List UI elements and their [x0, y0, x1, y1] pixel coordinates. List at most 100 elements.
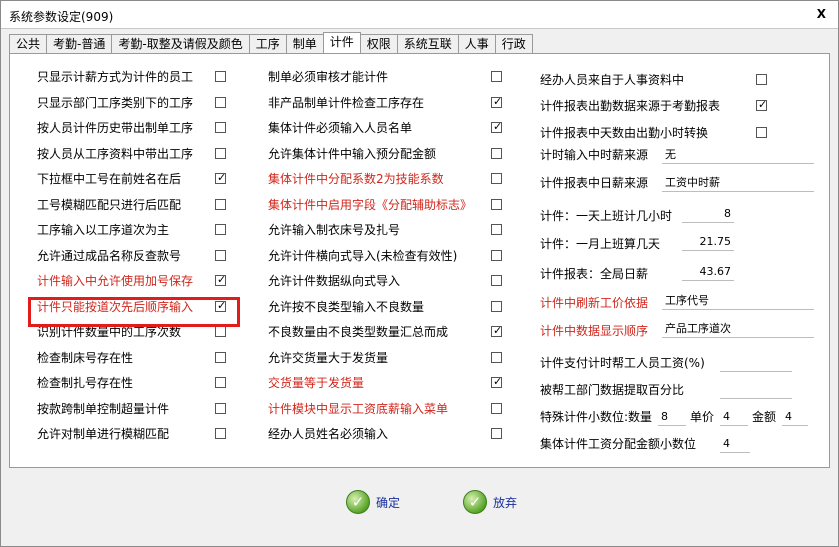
tab-process[interactable]: 工序 [248, 34, 287, 53]
tab-public[interactable]: 公共 [9, 34, 48, 53]
option-row: 经办人员姓名必须输入 [268, 424, 528, 444]
option-checkbox[interactable]: ✓ [215, 273, 226, 286]
option-row: 集体计件中启用字段《分配辅助标志》 [268, 195, 528, 215]
option-checkbox[interactable] [215, 402, 226, 414]
tab-attendance-normal[interactable]: 考勤-普通 [46, 34, 113, 53]
option-row: 经办人员来自于人事资料中 [540, 70, 820, 90]
report-daily-source-field[interactable]: 工资中时薪 [662, 173, 814, 192]
option-label: 按款跨制单控制超量计件 [37, 401, 170, 416]
decimals-amount-field[interactable]: 4 [782, 407, 808, 426]
option-checkbox[interactable] [215, 351, 226, 363]
option-checkbox[interactable]: ✓ [491, 95, 502, 108]
option-label: 允许输入制衣床号及扎号 [268, 223, 401, 237]
tab-permissions[interactable]: 权限 [359, 34, 398, 53]
option-label: 集体计件中分配系数2为技能系数 [268, 172, 444, 186]
option-checkbox[interactable] [215, 198, 226, 210]
report-daily-salary-field[interactable]: 43.67 [682, 262, 734, 281]
option-label: 允许按不良类型输入不良数量 [268, 299, 425, 314]
option-row: 制单必须审核才能计件 [268, 67, 528, 87]
tab-piecework[interactable]: 计件 [322, 32, 361, 53]
tab-admin[interactable]: 行政 [494, 34, 533, 53]
option-checkbox[interactable]: ✓ [756, 98, 767, 111]
option-checkbox[interactable]: ✓ [491, 324, 502, 337]
option-row: 工序输入以工序道次为主 [37, 220, 297, 240]
option-checkbox[interactable] [491, 173, 502, 184]
option-row: 检查制床号存在性 [37, 348, 297, 368]
option-checkbox[interactable] [491, 71, 502, 82]
option-label: 只显示计薪方式为计件的员工 [37, 70, 194, 84]
option-checkbox[interactable] [491, 147, 502, 159]
group-decimals-label: 集体计件工资分配金额小数位 [540, 437, 697, 451]
option-label: 计件模块中显示工资底薪输入菜单 [268, 401, 449, 416]
option-checkbox[interactable] [215, 377, 226, 388]
option-checkbox[interactable] [215, 147, 226, 159]
option-label: 交货量等于发货量 [268, 376, 365, 390]
option-checkbox[interactable] [491, 224, 502, 235]
option-checkbox[interactable] [215, 224, 226, 235]
option-row: 非产品制单计件检查工序存在 ✓ [268, 93, 528, 113]
cancel-button[interactable]: ✓ 放弃 [463, 488, 517, 516]
tab-order[interactable]: 制单 [285, 34, 324, 53]
option-label: 检查制扎号存在性 [37, 376, 134, 390]
option-label: 只显示部门工序类别下的工序 [37, 95, 194, 110]
decimals-qty-label: 特殊计件小数位:数量 [540, 410, 653, 424]
option-label: 集体计件中启用字段《分配辅助标志》 [268, 197, 473, 212]
option-checkbox[interactable]: ✓ [491, 375, 502, 388]
option-checkbox[interactable] [491, 249, 502, 261]
option-label: 经办人员姓名必须输入 [268, 427, 389, 441]
option-label: 允许对制单进行模糊匹配 [37, 427, 170, 441]
report-daily-salary-label: 计件报表：全局日薪 [540, 267, 649, 281]
option-checkbox[interactable] [491, 402, 502, 414]
option-checkbox[interactable] [756, 74, 767, 85]
display-order-field[interactable]: 产品工序道次 [662, 319, 814, 338]
option-checkbox[interactable] [756, 127, 767, 138]
option-label: 非产品制单计件检查工序存在 [268, 95, 425, 110]
option-checkbox[interactable] [215, 122, 226, 133]
option-row: 允许输入制衣床号及扎号 [268, 220, 528, 240]
option-row: 允许通过成品名称反查款号 [37, 246, 297, 266]
option-checkbox[interactable] [215, 249, 226, 261]
option-checkbox[interactable] [215, 428, 226, 439]
ok-button[interactable]: ✓ 确定 [346, 488, 400, 516]
option-checkbox[interactable] [491, 300, 502, 312]
dept-pct-field[interactable] [720, 380, 792, 399]
option-label: 计件报表中天数由出勤小时转换 [540, 126, 709, 140]
highlight-box [28, 297, 240, 327]
option-row: 按人员计件历史带出制单工序 [37, 118, 297, 138]
tab-hr[interactable]: 人事 [457, 34, 496, 53]
hourly-help-field[interactable] [720, 353, 792, 372]
option-label: 允许计件横向式导入(未检查有效性) [268, 248, 458, 263]
option-label: 下拉框中工号在前姓名在后 [37, 172, 182, 186]
option-checkbox[interactable] [491, 198, 502, 210]
option-row: 允许计件数据纵向式导入 [268, 271, 528, 291]
option-row: 工号模糊匹配只进行后匹配 [37, 195, 297, 215]
option-row: 允许交货量大于发货量 [268, 348, 528, 368]
tab-interconnect[interactable]: 系统互联 [396, 34, 459, 53]
dept-pct-label: 被帮工部门数据提取百分比 [540, 383, 685, 397]
option-checkbox[interactable] [215, 96, 226, 108]
option-checkbox[interactable] [491, 428, 502, 439]
tab-attendance-rounding[interactable]: 考勤-取整及请假及颜色 [111, 34, 250, 53]
time-source-field[interactable]: 无 [662, 145, 814, 164]
decimals-price-field[interactable]: 4 [720, 407, 748, 426]
piecework-panel: 只显示计薪方式为计件的员工 只显示部门工序类别下的工序按人员计件历史带出制单工序按… [9, 53, 830, 468]
option-label: 检查制床号存在性 [37, 350, 134, 365]
amount-label: 金额 [752, 410, 777, 424]
month-days-field[interactable]: 21.75 [682, 232, 734, 251]
option-row: 计件报表中天数由出勤小时转换 [540, 123, 820, 143]
option-row: 允许对制单进行模糊匹配 [37, 424, 297, 444]
option-row: 交货量等于发货量 ✓ [268, 373, 528, 393]
refresh-basis-field[interactable]: 工序代号 [662, 291, 814, 310]
option-checkbox[interactable]: ✓ [491, 120, 502, 133]
time-source-label: 计时输入中时薪来源 [540, 148, 649, 162]
day-hours-field[interactable]: 8 [682, 204, 734, 223]
option-checkbox[interactable] [491, 351, 502, 363]
option-checkbox[interactable] [215, 326, 226, 337]
option-checkbox[interactable] [491, 275, 502, 286]
group-decimals-field[interactable]: 4 [720, 434, 750, 453]
option-checkbox[interactable] [215, 71, 226, 82]
decimals-qty-field[interactable]: 8 [658, 407, 686, 426]
option-row: 计件模块中显示工资底薪输入菜单 [268, 399, 528, 419]
option-checkbox[interactable]: ✓ [215, 171, 226, 184]
close-button[interactable]: X [817, 7, 826, 21]
